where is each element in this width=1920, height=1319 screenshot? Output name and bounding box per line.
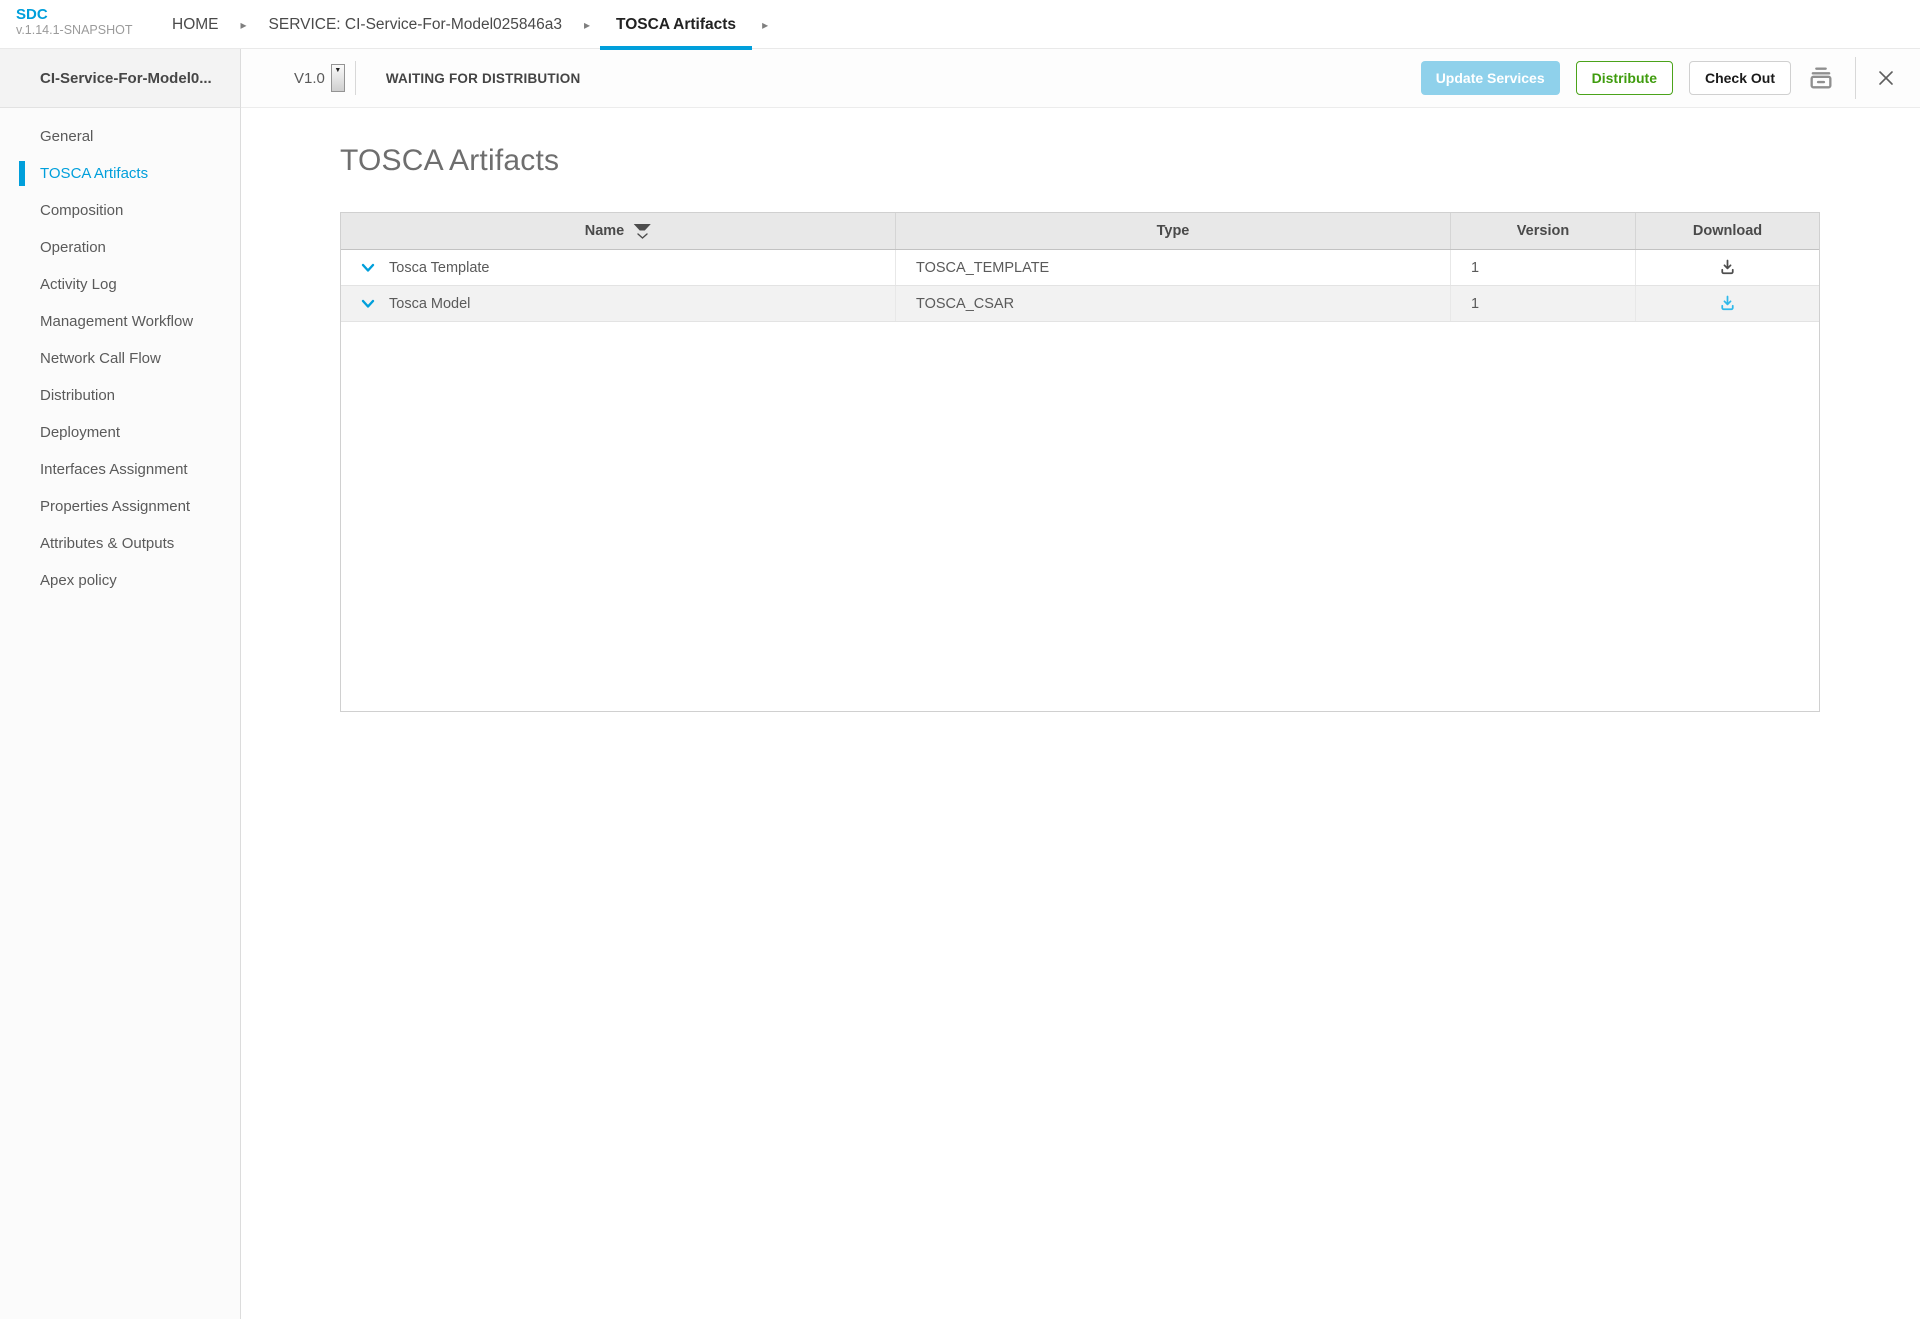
app-version: v.1.14.1-SNAPSHOT xyxy=(16,23,132,38)
download-icon[interactable] xyxy=(1717,293,1738,314)
header-divider xyxy=(355,61,356,95)
breadcrumb-home[interactable]: HOME xyxy=(160,0,231,49)
update-services-button[interactable]: Update Services xyxy=(1421,61,1560,95)
artifact-name: Tosca Model xyxy=(389,296,470,312)
breadcrumb-separator-icon: ▸ xyxy=(584,18,590,32)
top-nav-bar: SDC v.1.14.1-SNAPSHOT HOME ▸ SERVICE: CI… xyxy=(0,0,1920,49)
sort-icon[interactable] xyxy=(633,224,651,239)
spinner-down-icon: ▼ xyxy=(334,65,341,77)
artifact-name-cell: Tosca Template xyxy=(341,250,896,285)
tosca-artifacts-table: Name Type Version Download xyxy=(340,212,1820,712)
lifecycle-status: WAITING FOR DISTRIBUTION xyxy=(386,71,581,86)
sidebar-item-distribution[interactable]: Distribution xyxy=(0,377,240,414)
version-label: V1.0 xyxy=(294,70,325,87)
workspace-toolbar: V1.0 ▼ WAITING FOR DISTRIBUTION Update S… xyxy=(241,49,1920,108)
main-content: TOSCA Artifacts Name Type Version Downlo… xyxy=(241,108,1920,1319)
breadcrumb-tosca-artifacts[interactable]: TOSCA Artifacts xyxy=(600,0,752,49)
artifact-download-cell xyxy=(1636,250,1819,285)
sidebar-item-management-workflow[interactable]: Management Workflow xyxy=(0,303,240,340)
sidebar-item-activity-log[interactable]: Activity Log xyxy=(0,266,240,303)
artifact-download-cell xyxy=(1636,286,1819,321)
column-header-type-label: Type xyxy=(1157,223,1190,239)
entity-name: CI-Service-For-Model0... xyxy=(0,49,241,108)
artifact-version: 1 xyxy=(1451,250,1636,285)
check-out-button[interactable]: Check Out xyxy=(1689,61,1791,95)
sidebar-item-properties-assignment[interactable]: Properties Assignment xyxy=(0,488,240,525)
app-name: SDC xyxy=(16,7,132,23)
sidebar-item-composition[interactable]: Composition xyxy=(0,192,240,229)
sidebar-menu: General TOSCA Artifacts Composition Oper… xyxy=(0,108,240,599)
column-header-download[interactable]: Download xyxy=(1636,213,1819,249)
expand-chevron-icon[interactable] xyxy=(359,295,377,313)
sidebar-item-attributes-outputs[interactable]: Attributes & Outputs xyxy=(0,525,240,562)
distribute-button[interactable]: Distribute xyxy=(1576,61,1673,95)
column-header-type[interactable]: Type xyxy=(896,213,1451,249)
column-header-download-label: Download xyxy=(1693,223,1762,239)
sidebar-item-apex-policy[interactable]: Apex policy xyxy=(0,562,240,599)
header-divider xyxy=(1855,57,1856,99)
sidebar-item-operation[interactable]: Operation xyxy=(0,229,240,266)
close-icon[interactable] xyxy=(1876,68,1896,88)
column-header-name-label: Name xyxy=(585,223,625,239)
page-title: TOSCA Artifacts xyxy=(340,144,559,178)
breadcrumb-service[interactable]: SERVICE: CI-Service-For-Model025846a3 xyxy=(257,0,574,49)
table-empty-area xyxy=(341,322,1819,711)
header-actions: Update Services Distribute Check Out xyxy=(1421,57,1920,99)
breadcrumb: HOME ▸ SERVICE: CI-Service-For-Model0258… xyxy=(160,0,778,49)
print-archive-icon[interactable] xyxy=(1807,64,1835,92)
sidebar-item-interfaces-assignment[interactable]: Interfaces Assignment xyxy=(0,451,240,488)
version-selector[interactable]: V1.0 ▼ xyxy=(294,64,345,92)
sidebar-item-tosca-artifacts[interactable]: TOSCA Artifacts xyxy=(0,155,240,192)
column-header-version[interactable]: Version xyxy=(1451,213,1636,249)
workspace-header: CI-Service-For-Model0... V1.0 ▼ WAITING … xyxy=(0,49,1920,108)
sidebar-item-network-call-flow[interactable]: Network Call Flow xyxy=(0,340,240,377)
sdc-logo[interactable]: SDC v.1.14.1-SNAPSHOT xyxy=(16,7,132,38)
table-row-tosca-model: Tosca Model TOSCA_CSAR 1 xyxy=(341,286,1819,322)
sort-chevron-icon xyxy=(637,233,648,239)
artifact-name: Tosca Template xyxy=(389,260,489,276)
column-header-version-label: Version xyxy=(1517,223,1569,239)
breadcrumb-separator-icon: ▸ xyxy=(241,18,247,32)
sidebar-item-general[interactable]: General xyxy=(0,118,240,155)
sidebar-item-deployment[interactable]: Deployment xyxy=(0,414,240,451)
table-header-row: Name Type Version Download xyxy=(341,213,1819,250)
sort-triangle-icon xyxy=(633,224,651,231)
artifact-version: 1 xyxy=(1451,286,1636,321)
expand-chevron-icon[interactable] xyxy=(359,259,377,277)
version-spinner[interactable]: ▼ xyxy=(331,64,345,92)
download-icon[interactable] xyxy=(1717,257,1738,278)
artifact-type: TOSCA_TEMPLATE xyxy=(896,250,1451,285)
left-sidebar: General TOSCA Artifacts Composition Oper… xyxy=(0,108,241,1319)
artifact-type: TOSCA_CSAR xyxy=(896,286,1451,321)
breadcrumb-separator-icon: ▸ xyxy=(762,18,768,32)
column-header-name[interactable]: Name xyxy=(341,213,896,249)
artifact-name-cell: Tosca Model xyxy=(341,286,896,321)
table-row-tosca-template: Tosca Template TOSCA_TEMPLATE 1 xyxy=(341,250,1819,286)
